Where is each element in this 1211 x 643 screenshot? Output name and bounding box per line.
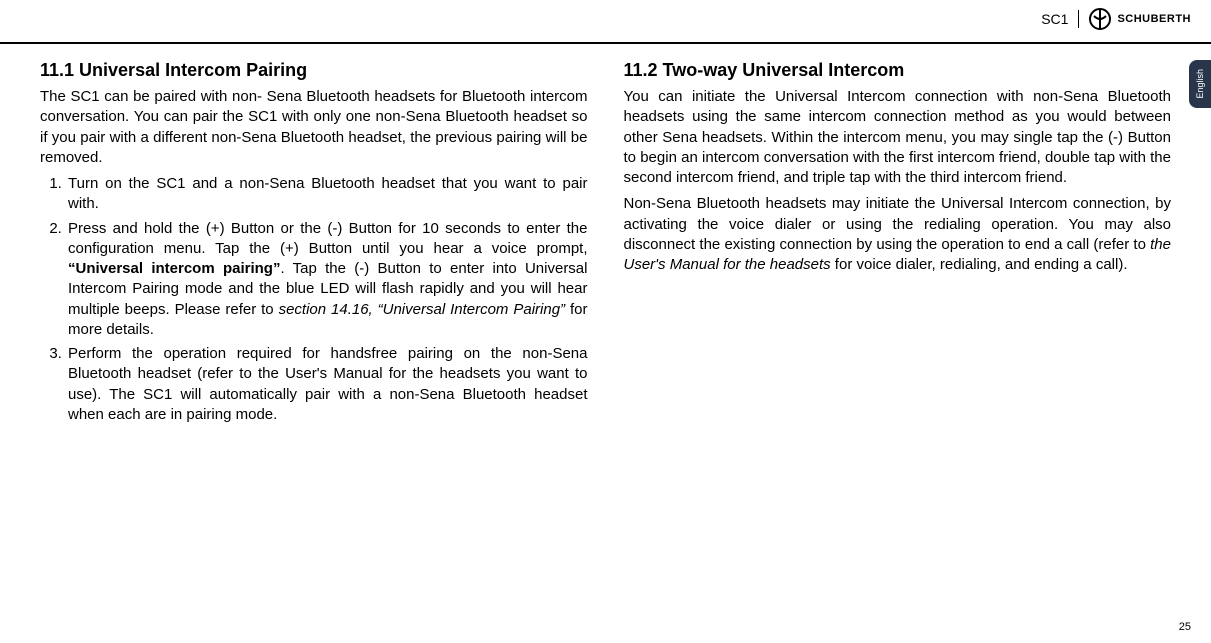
header-divider [1078, 10, 1079, 28]
step-2: Press and hold the (+) Button or the (-)… [66, 219, 588, 341]
brand-logo: SCHUBERTH [1089, 8, 1191, 30]
step-3: Perform the operation required for hands… [66, 344, 588, 425]
steps-list: Turn on the SC1 and a non-Sena Bluetooth… [40, 174, 588, 425]
page: SC1 SCHUBERTH English 11.1 Universal Int… [0, 0, 1211, 643]
header-right: SC1 SCHUBERTH [1041, 8, 1191, 30]
step-1: Turn on the SC1 and a non-Sena Bluetooth… [66, 174, 588, 215]
section-heading-11-2: 11.2 Two-way Universal Intercom [624, 60, 1172, 81]
page-header: SC1 SCHUBERTH [0, 0, 1211, 44]
page-number: 25 [1179, 621, 1191, 633]
paragraph-1: You can initiate the Universal Intercom … [624, 87, 1172, 188]
content-area: 11.1 Universal Intercom Pairing The SC1 … [40, 60, 1171, 613]
language-label: English [1195, 69, 1205, 99]
brand-text: SCHUBERTH [1117, 13, 1191, 25]
language-tab[interactable]: English [1189, 60, 1211, 108]
left-column: 11.1 Universal Intercom Pairing The SC1 … [40, 60, 588, 613]
paragraph-2: Non-Sena Bluetooth headsets may initiate… [624, 194, 1172, 275]
right-column: 11.2 Two-way Universal Intercom You can … [624, 60, 1172, 613]
intro-paragraph: The SC1 can be paired with non- Sena Blu… [40, 87, 588, 168]
section-heading-11-1: 11.1 Universal Intercom Pairing [40, 60, 588, 81]
model-label: SC1 [1041, 11, 1068, 27]
schuberth-icon [1089, 8, 1111, 30]
